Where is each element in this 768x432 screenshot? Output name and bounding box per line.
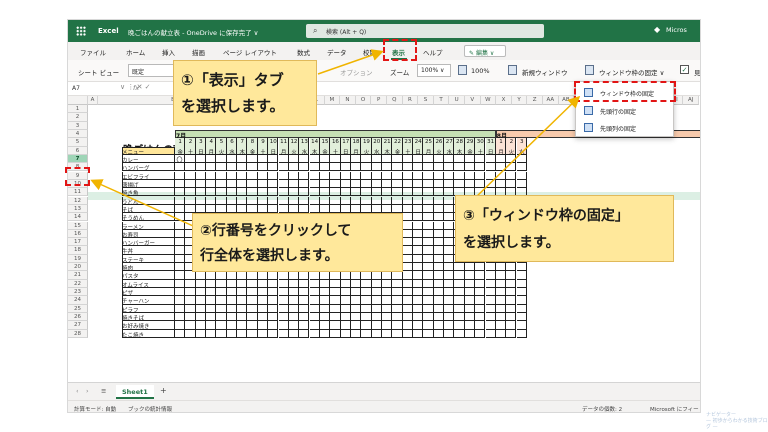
callout-step3-line2: を選択します。 bbox=[463, 235, 560, 251]
watermark: ナビゲーター — 初歩からわかる技術ブログ — bbox=[706, 412, 768, 430]
callout-step1-line1: ①「表示」タブ bbox=[181, 71, 284, 89]
arrow-to-freeze-option bbox=[474, 95, 581, 199]
callout-step3-line1: ③「ウィンドウ枠の固定」 bbox=[463, 208, 629, 224]
callout-step1: ①「表示」タブ を選択します。 bbox=[173, 60, 317, 126]
arrow-to-view-tab bbox=[317, 49, 384, 75]
callout-step2: ②行番号をクリックして 行全体を選択します。 bbox=[192, 213, 403, 272]
watermark-line2: — 初歩からわかる技術ブログ — bbox=[706, 418, 768, 430]
callout-step2-line2: 行全体を選択します。 bbox=[200, 248, 339, 264]
tutorial-screenshot: Excel 晩ごはんの献立表 - OneDrive に保存完了 ∨ ⌕ 検索 (… bbox=[0, 0, 768, 432]
arrow-to-row-number bbox=[90, 179, 203, 231]
callout-step3: ③「ウィンドウ枠の固定」 を選択します。 bbox=[455, 195, 674, 262]
callout-step1-line2: を選択します。 bbox=[181, 97, 285, 115]
callout-step2-line1: ②行番号をクリックして bbox=[200, 223, 352, 239]
